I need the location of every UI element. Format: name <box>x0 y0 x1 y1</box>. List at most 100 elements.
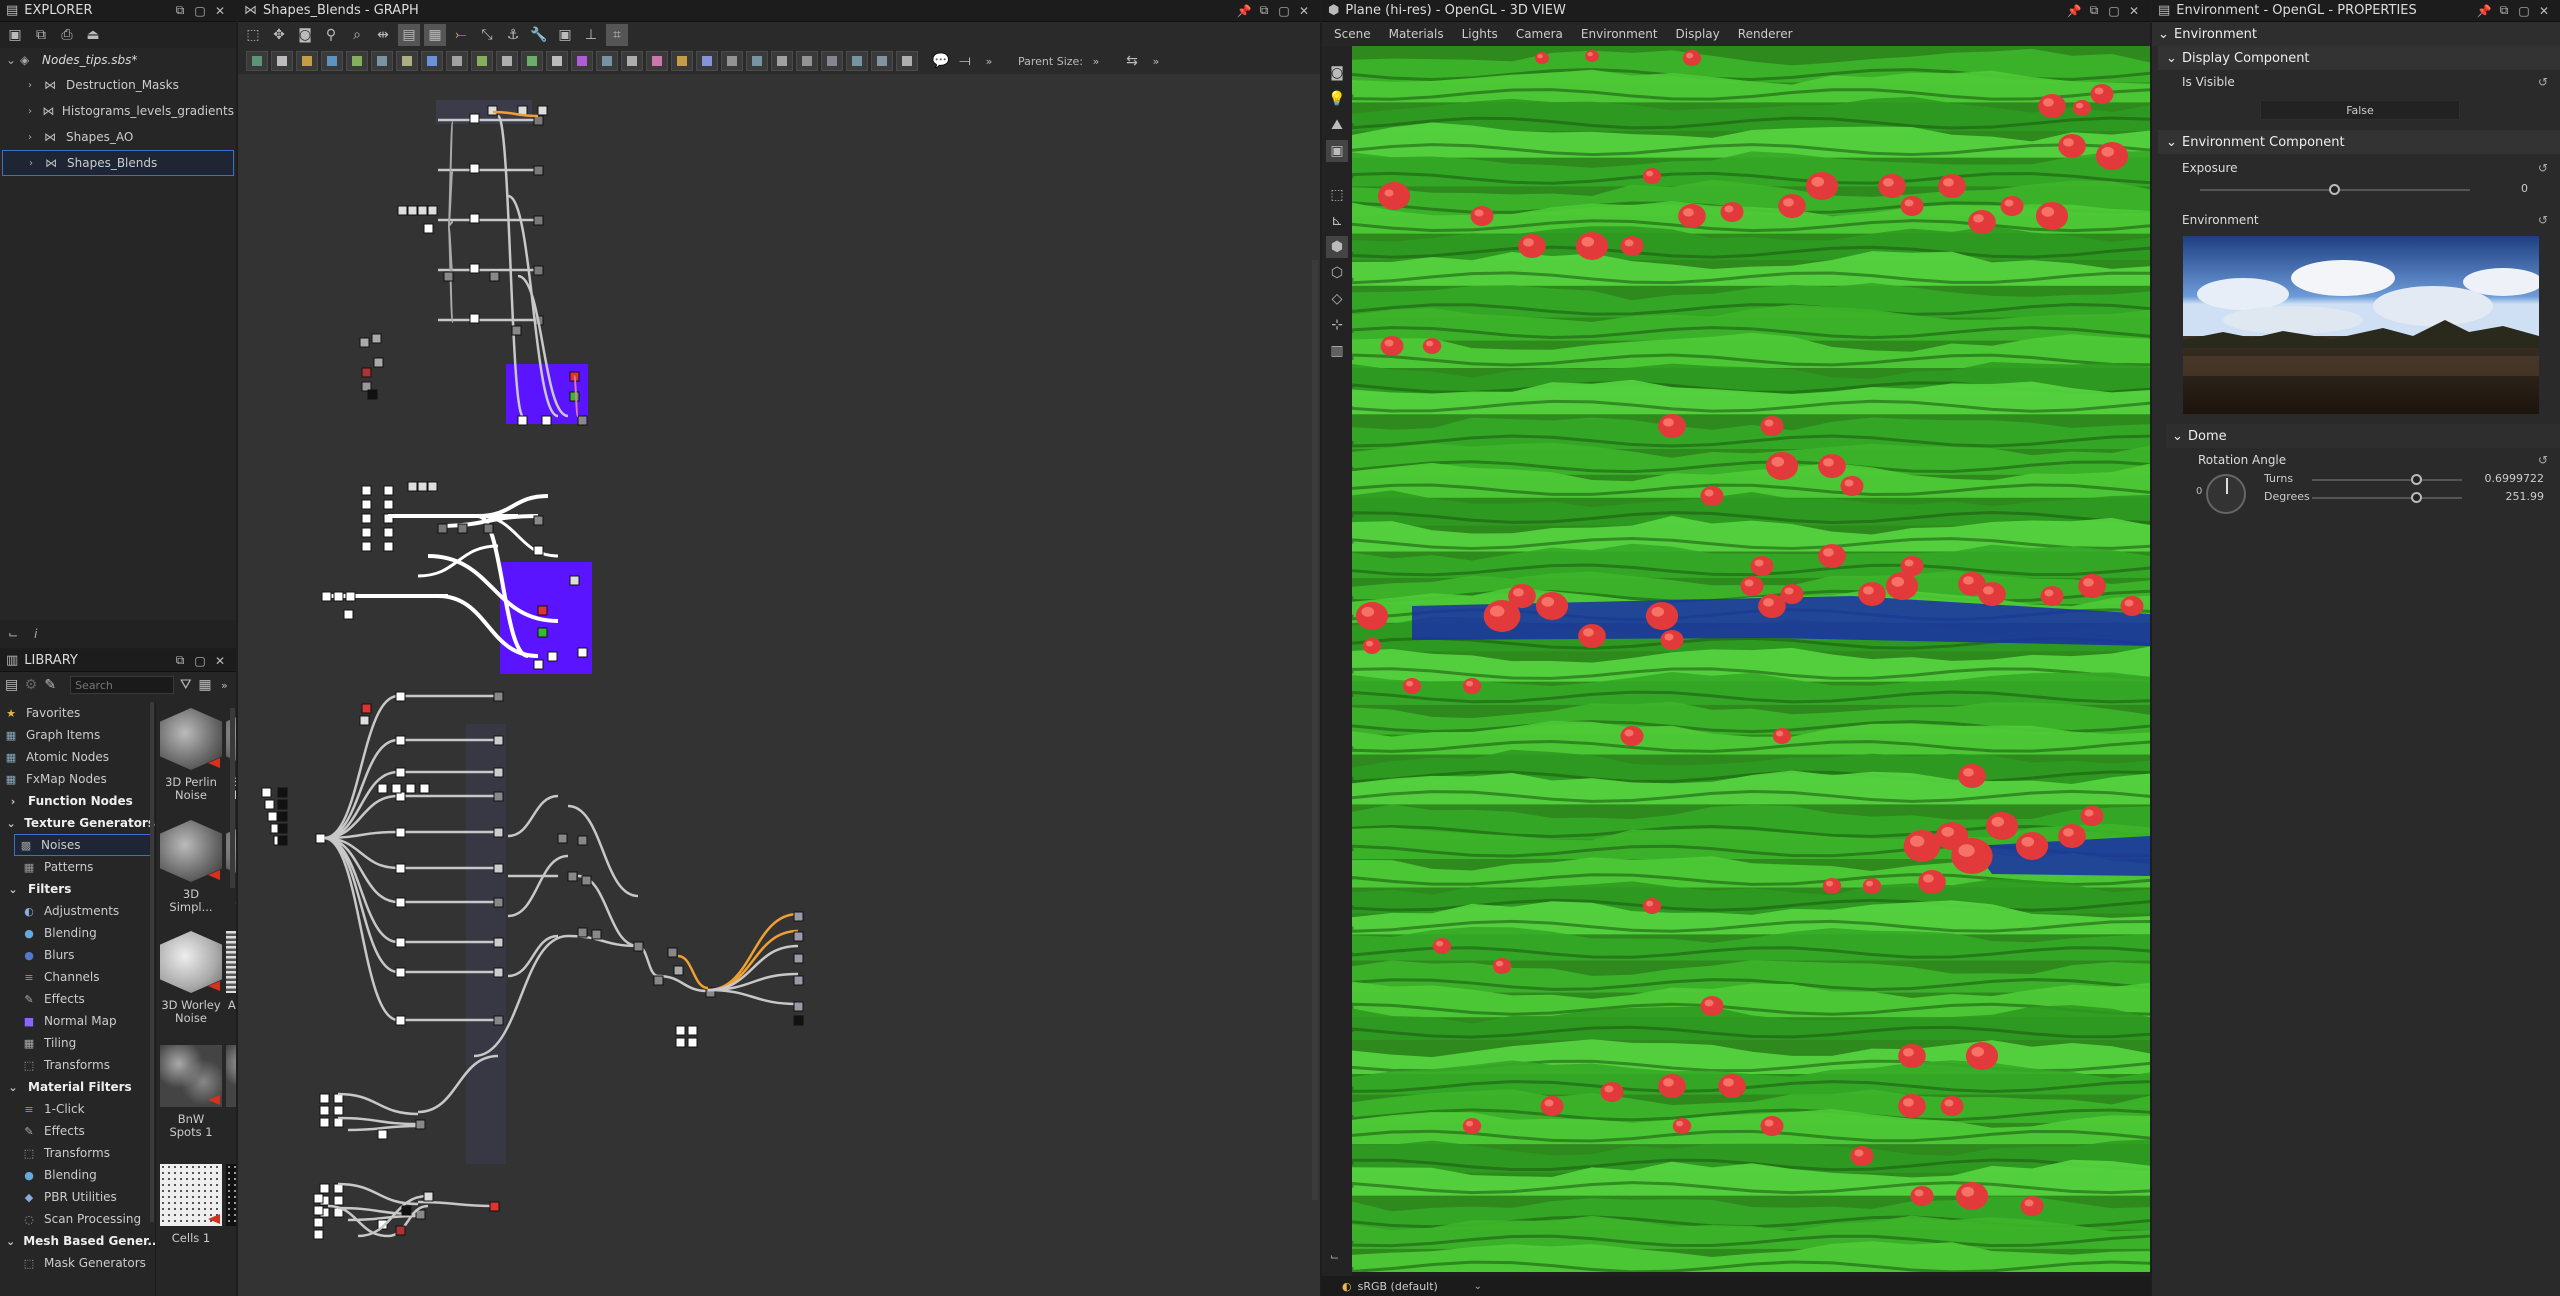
graph-node[interactable] <box>391 783 402 794</box>
anchor-icon[interactable]: ⚓ <box>502 24 524 46</box>
atomic-node-button-icon[interactable] <box>521 51 543 71</box>
turns-slider-track[interactable] <box>2312 479 2462 481</box>
graph-node[interactable] <box>395 967 406 978</box>
graph-node[interactable] <box>793 931 804 942</box>
graph-node[interactable] <box>395 827 406 838</box>
graph-node[interactable] <box>489 1201 500 1212</box>
graph-node[interactable] <box>395 937 406 948</box>
graph-node[interactable] <box>415 1119 426 1130</box>
graph-vscrollbar[interactable] <box>1312 260 1318 1200</box>
graph-node[interactable] <box>673 965 684 976</box>
tree-icon[interactable]: ⌙ <box>8 627 18 641</box>
graph-node[interactable] <box>537 627 548 638</box>
atomic-node-button-icon[interactable] <box>371 51 393 71</box>
library-search-input[interactable] <box>70 676 175 694</box>
node-graph[interactable] <box>238 76 1320 1296</box>
cube-view-icon[interactable]: ⬢ <box>1326 236 1348 258</box>
view3d-viewport[interactable] <box>1352 46 2150 1272</box>
graph-node[interactable] <box>415 1209 426 1220</box>
grid-icon[interactable]: ▦ <box>424 24 446 46</box>
graph-node[interactable] <box>405 783 416 794</box>
graph-node[interactable] <box>675 1025 686 1036</box>
graph-node[interactable] <box>675 1037 686 1048</box>
graph-node[interactable] <box>401 1205 412 1216</box>
graph-node[interactable] <box>383 499 394 510</box>
save-package-icon[interactable]: ⎙ <box>56 24 78 46</box>
graph-node[interactable] <box>487 105 498 116</box>
graph-node[interactable] <box>313 1205 324 1216</box>
library-thumbnail[interactable]: 3D Perlin Noise <box>160 708 222 802</box>
snap-icon[interactable]: ⤡ <box>476 24 498 46</box>
library-thumbnail[interactable]: Cells 2 <box>226 1164 236 1245</box>
graph-node[interactable] <box>383 527 394 538</box>
graph-node[interactable] <box>315 833 326 844</box>
graph-node[interactable] <box>361 527 372 538</box>
graph-node[interactable] <box>483 523 494 534</box>
graph-node[interactable] <box>395 897 406 908</box>
library-category-item[interactable]: ✎ Effects <box>0 988 155 1010</box>
graph-item[interactable]: › ⋈ Histograms_levels_gradients <box>2 98 234 124</box>
library-category-item[interactable]: ■ Normal Map <box>0 1010 155 1032</box>
library-category-header[interactable]: ⌄ Filters <box>0 878 155 900</box>
graph-node[interactable] <box>319 1093 330 1104</box>
layout-icon[interactable]: ▤ <box>398 24 420 46</box>
graph-node[interactable] <box>267 811 278 822</box>
graph-node[interactable] <box>793 1001 804 1012</box>
float-icon[interactable]: ⧉ <box>170 3 190 18</box>
atomic-node-button-icon[interactable] <box>846 51 868 71</box>
library-category-item[interactable]: ▦ Patterns <box>0 856 155 878</box>
graph-node[interactable] <box>277 811 288 822</box>
graph-node[interactable] <box>557 833 568 844</box>
rotation-dial[interactable] <box>2206 474 2246 514</box>
reroute-icon[interactable]: ⟞ <box>954 50 976 72</box>
library-category-header[interactable]: ⌄ Mesh Based Gener... <box>0 1230 155 1252</box>
atomic-node-button-icon[interactable] <box>696 51 718 71</box>
graph-node[interactable] <box>395 767 406 778</box>
reset-icon[interactable]: ↺ <box>2538 161 2548 175</box>
atomic-node-button-icon[interactable] <box>821 51 843 71</box>
camera-icon[interactable]: ◙ <box>1326 62 1348 84</box>
graph-node[interactable] <box>577 835 588 846</box>
graph-canvas[interactable] <box>238 76 1320 1296</box>
graph-node[interactable] <box>533 215 544 226</box>
graph-node[interactable] <box>361 513 372 524</box>
graph-node[interactable] <box>511 325 522 336</box>
chevron-right-icon[interactable]: » <box>1085 50 1107 72</box>
graph-node[interactable] <box>469 213 480 224</box>
atomic-node-button-icon[interactable] <box>621 51 643 71</box>
atomic-node-button-icon[interactable] <box>421 51 443 71</box>
is-visible-toggle[interactable]: False <box>2260 100 2460 120</box>
graph-node[interactable] <box>277 799 288 810</box>
environment-map-preview[interactable] <box>2183 236 2539 414</box>
graph-node[interactable] <box>569 575 580 586</box>
library-category-item[interactable]: ◆ PBR Utilities <box>0 1186 155 1208</box>
graph-node[interactable] <box>383 541 394 552</box>
plane-icon[interactable]: ◇ <box>1326 288 1348 310</box>
atomic-node-button-icon[interactable] <box>471 51 493 71</box>
tool-icon[interactable]: ⚲ <box>320 24 342 46</box>
library-category-item[interactable]: ▦ Graph Items <box>0 724 155 746</box>
link-icon[interactable]: ⤚ <box>450 24 472 46</box>
graph-node[interactable] <box>361 367 372 378</box>
view3d-menu-item[interactable]: Display <box>1676 27 1720 41</box>
graph-node[interactable] <box>533 545 544 556</box>
chevron-right-icon[interactable]: » <box>217 674 232 696</box>
graph-node[interactable] <box>367 389 378 400</box>
view3d-menu-item[interactable]: Lights <box>1462 27 1498 41</box>
graph-node[interactable] <box>469 263 480 274</box>
chevron-right-icon[interactable]: › <box>29 158 45 169</box>
graph-node[interactable] <box>533 165 544 176</box>
view3d-corner-icon[interactable]: ⌙ <box>1330 1250 1339 1263</box>
maximize-icon[interactable]: ▢ <box>2104 4 2124 18</box>
chevron-down-icon[interactable]: ⌄ <box>1474 1281 1482 1292</box>
mesh-icon[interactable]: ⬡ <box>1326 262 1348 284</box>
graph-node[interactable] <box>333 1093 344 1104</box>
library-category-item[interactable]: ⬚ Mask Generators <box>0 1252 155 1274</box>
info-icon[interactable]: i <box>34 627 37 641</box>
library-settings-icon[interactable]: ⚙ <box>23 674 38 696</box>
graph-node[interactable] <box>423 1191 434 1202</box>
graph-node[interactable] <box>591 929 602 940</box>
chevron-down-icon[interactable]: ⌄ <box>2166 135 2182 150</box>
reset-icon[interactable]: ↺ <box>2538 453 2548 467</box>
graph-node[interactable] <box>793 975 804 986</box>
